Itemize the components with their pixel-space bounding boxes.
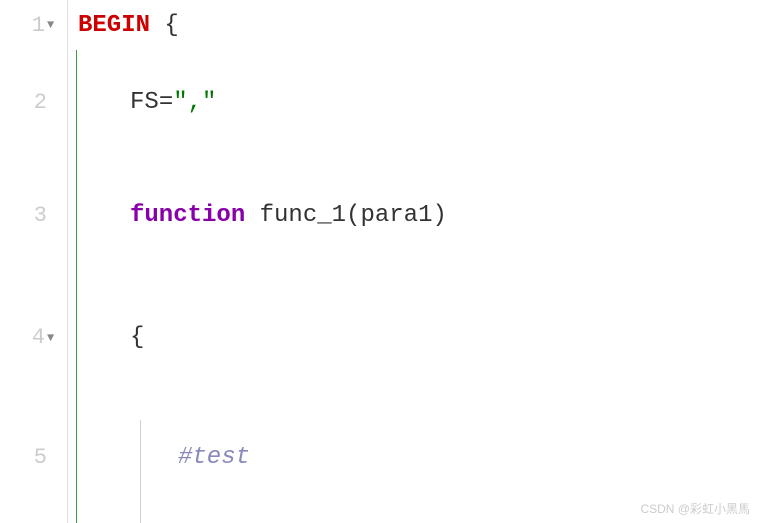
indent-guide (76, 50, 77, 523)
indent-guide (140, 420, 141, 523)
fold-arrow-icon[interactable]: ▼ (47, 331, 61, 345)
code-area[interactable]: BEGIN { FS="," function func_1(para1) { … (68, 0, 760, 523)
code-editor[interactable]: 1 ▼ 2 3 4 ▼ 5 BEGIN { FS="," functi (0, 0, 760, 523)
line-num-text: 1 (32, 13, 45, 38)
line-num-text: 3 (34, 203, 47, 228)
brace-token: { (164, 12, 178, 39)
code-line[interactable]: FS="," (68, 50, 760, 155)
keyword-token: BEGIN (78, 12, 150, 39)
code-line[interactable]: BEGIN { (68, 0, 760, 50)
keyword-token: function (130, 202, 245, 229)
watermark: CSDN @彩虹小黑馬 (640, 500, 750, 517)
comment-token: #test (178, 444, 250, 471)
line-number[interactable]: 1 ▼ (0, 0, 67, 50)
paren-token: ( (346, 202, 360, 229)
brace-token: { (130, 324, 144, 351)
space-token (245, 202, 259, 229)
gutter: 1 ▼ 2 3 4 ▼ 5 (0, 0, 68, 523)
function-name-token: func_1 (260, 202, 346, 229)
space-token (150, 12, 164, 39)
param-token: para1 (360, 202, 432, 229)
line-number[interactable]: 5 (0, 400, 67, 515)
string-token: "," (173, 89, 216, 116)
code-line[interactable]: { (68, 275, 760, 400)
line-num-text: 5 (34, 445, 47, 470)
line-num-text: 2 (34, 90, 47, 115)
line-num-text: 4 (32, 325, 45, 350)
identifier-token: FS (130, 89, 159, 116)
line-number[interactable]: 2 (0, 50, 67, 155)
operator-token: = (159, 89, 173, 116)
fold-arrow-icon[interactable]: ▼ (47, 18, 61, 32)
paren-token: ) (432, 202, 446, 229)
line-number[interactable]: 4 ▼ (0, 275, 67, 400)
code-line[interactable]: function func_1(para1) (68, 155, 760, 275)
code-line[interactable]: #test (68, 400, 760, 515)
line-number[interactable]: 3 (0, 155, 67, 275)
